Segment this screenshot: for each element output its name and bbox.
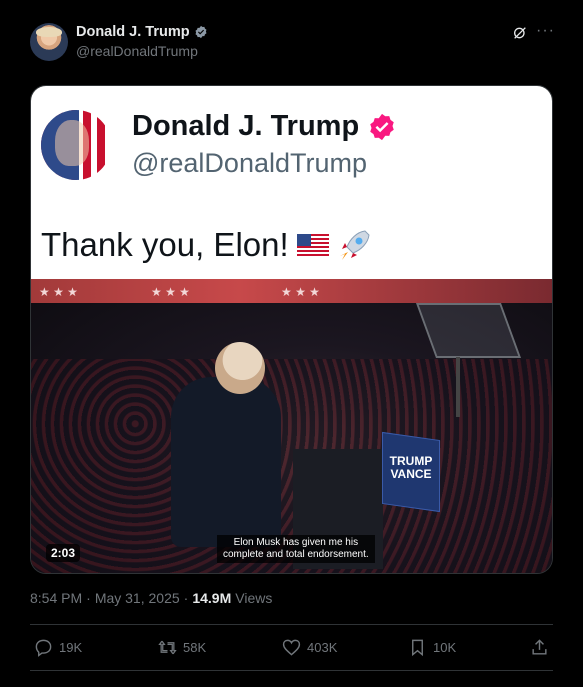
- reply-icon: [35, 639, 52, 657]
- share-button[interactable]: [530, 638, 549, 657]
- bookmark-icon: [412, 639, 423, 657]
- bookmark-button[interactable]: 10K: [408, 638, 456, 657]
- teleprompter-stand: [456, 357, 460, 417]
- views-label: Views: [235, 590, 273, 606]
- tweet-media[interactable]: Donald J. Trump @realDonaldTrump Thank y…: [30, 85, 553, 574]
- video-duration: 2:03: [46, 544, 81, 562]
- like-button[interactable]: 403K: [282, 638, 337, 657]
- rocket-icon: [339, 230, 370, 260]
- tweet-meta: 8:54 PM · May 31, 2025 · 14.9M Views: [30, 590, 272, 606]
- reply-count: 19K: [59, 640, 83, 655]
- card-post-text: Thank you, Elon!: [41, 226, 373, 264]
- views-count: 14.9M: [192, 590, 232, 606]
- share-icon: [532, 639, 547, 655]
- video-player[interactable]: ★ ★ ★ ★ ★ ★ ★ ★ ★ TRUMP VANCE Elon Musk ha…: [31, 279, 552, 573]
- repost-icon: [158, 640, 177, 655]
- divider: [30, 670, 553, 671]
- card-name-row: Donald J. Trump: [132, 110, 397, 143]
- card-avatar: [41, 110, 111, 180]
- grok-icon[interactable]: [512, 25, 528, 41]
- card-author-handle: @realDonaldTrump: [132, 148, 367, 178]
- podium-sign: TRUMP VANCE: [382, 431, 440, 513]
- teleprompter: [415, 303, 522, 358]
- verified-badge-icon: [370, 113, 394, 140]
- verified-badge-icon: [195, 25, 207, 39]
- author-handle[interactable]: @realDonaldTrump: [76, 43, 198, 59]
- embedded-post-card: Donald J. Trump @realDonaldTrump Thank y…: [31, 86, 552, 279]
- bookmark-count: 10K: [433, 640, 457, 655]
- meta-separator: ·: [86, 590, 91, 606]
- divider: [30, 624, 553, 625]
- repost-count: 58K: [183, 640, 207, 655]
- speaker-head: [215, 342, 265, 394]
- subtitle-line-1: Elon Musk has given me his: [233, 537, 359, 548]
- sign-line-2: VANCE: [390, 467, 432, 481]
- like-count: 403K: [307, 640, 338, 655]
- stage-banner: ★ ★ ★ ★ ★ ★ ★ ★ ★: [31, 279, 552, 303]
- author-name-row: Donald J. Trump: [76, 24, 208, 40]
- subtitle-line-2: complete and total endorsement.: [223, 549, 369, 560]
- like-icon: [282, 639, 301, 656]
- speaker: [171, 377, 281, 547]
- meta-separator: ·: [183, 590, 189, 606]
- card-text-content: Thank you, Elon!: [41, 226, 289, 263]
- card-author-name: Donald J. Trump: [132, 110, 360, 142]
- author-avatar[interactable]: [30, 23, 68, 61]
- tweet-header: Donald J. Trump @realDonaldTrump ···: [0, 0, 583, 80]
- action-bar: 19K 58K 403K 10K: [30, 626, 553, 670]
- more-icon[interactable]: ···: [536, 22, 554, 40]
- reply-button[interactable]: 19K: [34, 638, 82, 657]
- author-name[interactable]: Donald J. Trump: [76, 24, 190, 40]
- post-date[interactable]: May 31, 2025: [95, 590, 180, 606]
- us-flag-icon: [296, 234, 329, 256]
- video-subtitle: Elon Musk has given me his complete and …: [217, 535, 375, 563]
- post-time[interactable]: 8:54 PM: [30, 590, 82, 606]
- repost-button[interactable]: 58K: [158, 638, 206, 657]
